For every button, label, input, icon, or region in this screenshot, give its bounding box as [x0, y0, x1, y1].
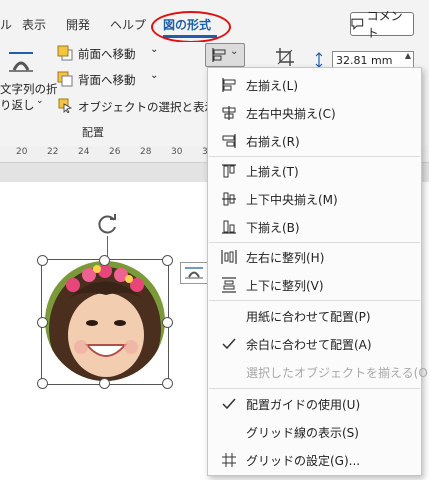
menu-item-label: 上下に整列(V) — [246, 279, 324, 293]
menu-item-align-selected-objects: 選択したオブジェクトを揃える(O) — [208, 358, 429, 386]
menu-item-label: グリッドの設定(G)... — [246, 454, 361, 468]
menu-item-label: 左揃え(L) — [246, 79, 299, 93]
menu-item-label: 選択したオブジェクトを揃える(O) — [246, 366, 429, 380]
menu-item-use-alignment-guides[interactable]: 配置ガイドの使用(U) — [208, 390, 421, 418]
tab-help[interactable]: ヘルプ — [110, 16, 146, 33]
rotate-handle-icon[interactable] — [96, 213, 120, 237]
align-bottom-icon — [222, 220, 236, 234]
align-top-icon — [222, 164, 236, 178]
menu-item-label: 左右に整列(H) — [246, 251, 325, 265]
ruler-tick: 28 — [140, 147, 152, 157]
menu-item-label: 右揃え(R) — [246, 135, 300, 149]
ruler-tick: 20 — [16, 147, 28, 157]
comment-button-label: コメント — [366, 9, 403, 40]
menu-item-label: 下揃え(B) — [246, 221, 300, 235]
menu-item-align-middle[interactable]: 上下中央揃え(M) — [208, 185, 421, 213]
tab-developer[interactable]: 開発 — [66, 16, 90, 33]
send-backward-icon[interactable] — [57, 71, 73, 87]
wrap-text-label-1: 文字列の折 — [0, 82, 58, 96]
menu-item-align-left[interactable]: 左揃え(L) — [208, 71, 421, 99]
arrange-group-label: 配置 — [82, 126, 104, 139]
menu-item-align-to-margin[interactable]: 余白に合わせて配置(A) — [208, 330, 421, 358]
menu-item-label: 上下中央揃え(M) — [246, 193, 338, 207]
resize-handle-right[interactable] — [162, 317, 173, 328]
checkmark-icon — [222, 338, 236, 350]
resize-handle-bottom-right[interactable] — [162, 378, 173, 389]
menu-item-view-gridlines[interactable]: グリッド線の表示(S) — [208, 418, 421, 446]
wrap-text-icon[interactable] — [6, 50, 36, 76]
menu-item-align-bottom[interactable]: 下揃え(B) — [208, 213, 421, 241]
menu-item-align-center[interactable]: 左右中央揃え(C) — [208, 99, 421, 127]
menu-separator — [209, 388, 420, 389]
resize-handle-bottom-left[interactable] — [37, 378, 48, 389]
spin-up-icon[interactable]: ▲ — [405, 51, 411, 60]
align-center-icon — [222, 106, 236, 120]
height-icon — [315, 52, 323, 68]
grid-icon — [222, 453, 236, 467]
align-chevron-icon: ⌄ — [230, 46, 239, 57]
align-right-icon — [222, 134, 236, 148]
layout-options-button[interactable] — [180, 262, 208, 284]
height-value: 32.81 mm — [336, 54, 393, 67]
bring-forward-icon[interactable] — [57, 45, 73, 61]
send-backward-chevron-icon[interactable]: ⌄ — [150, 70, 158, 81]
align-left-icon — [222, 78, 236, 92]
resize-handle-top-right[interactable] — [162, 255, 173, 266]
checkmark-icon — [222, 398, 236, 410]
ruler-tick: 22 — [47, 147, 59, 157]
wrap-text-chevron-icon: ⌄ — [36, 96, 44, 106]
selection-pane-label[interactable]: オブジェクトの選択と表示 — [78, 99, 216, 115]
ruler-tick: 26 — [109, 147, 121, 157]
wrap-text-label-2: り返し — [0, 98, 35, 112]
align-middle-icon — [222, 192, 236, 206]
comment-icon — [351, 18, 364, 30]
menu-item-distribute-vertically[interactable]: 上下に整列(V) — [208, 271, 421, 299]
resize-handle-bottom[interactable] — [99, 378, 110, 389]
resize-handle-left[interactable] — [37, 317, 48, 328]
menu-item-align-to-page[interactable]: 用紙に合わせて配置(P) — [208, 302, 421, 330]
menu-item-label: グリッド線の表示(S) — [246, 426, 359, 440]
resize-handle-top-left[interactable] — [37, 255, 48, 266]
send-backward-label[interactable]: 背面へ移動 — [78, 72, 136, 88]
distribute-vertical-icon — [222, 277, 236, 293]
menu-item-align-top[interactable]: 上揃え(T) — [208, 157, 421, 185]
align-dropdown-menu: 左揃え(L) 左右中央揃え(C) 右揃え(R) 上揃え(T) 上下中央揃え(M)… — [207, 67, 429, 476]
ribbon-tab-bar: ル 表示 開発 ヘルプ 図の形式 コメント — [0, 0, 429, 43]
menu-separator — [209, 300, 420, 301]
ruler-tick: 24 — [78, 147, 90, 157]
bring-forward-label[interactable]: 前面へ移動 — [78, 46, 136, 62]
ruler-tick: 30 — [171, 147, 183, 157]
crop-icon[interactable] — [275, 47, 295, 67]
layout-options-icon — [185, 267, 203, 279]
menu-item-label: 用紙に合わせて配置(P) — [246, 310, 371, 324]
menu-item-distribute-horizontally[interactable]: 左右に整列(H) — [208, 243, 421, 271]
distribute-horizontal-icon — [221, 250, 237, 264]
selection-pane-icon[interactable] — [57, 97, 73, 113]
menu-item-align-right[interactable]: 右揃え(R) — [208, 127, 421, 155]
bring-forward-chevron-icon[interactable]: ⌄ — [150, 44, 158, 55]
menu-item-label: 余白に合わせて配置(A) — [246, 338, 372, 352]
photo-circle[interactable] — [43, 259, 167, 383]
align-left-icon — [212, 48, 226, 62]
annotation-circle — [151, 11, 231, 43]
menu-item-label: 配置ガイドの使用(U) — [246, 398, 361, 412]
tab-view[interactable]: 表示 — [22, 16, 46, 33]
resize-handle-top[interactable] — [99, 255, 110, 266]
menu-item-label: 左右中央揃え(C) — [246, 107, 336, 121]
tab-layout[interactable]: ル — [0, 16, 12, 33]
menu-item-label: 上揃え(T) — [246, 165, 299, 179]
comment-button[interactable]: コメント — [350, 9, 414, 40]
align-button[interactable]: ⌄ — [205, 43, 245, 67]
menu-item-grid-settings[interactable]: グリッドの設定(G)... — [208, 446, 421, 474]
